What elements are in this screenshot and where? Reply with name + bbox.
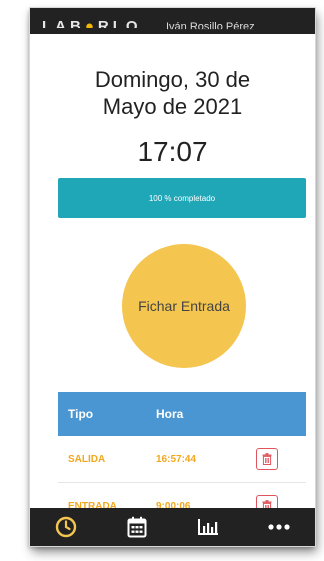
nav-item-clock[interactable] bbox=[30, 516, 101, 538]
app-logo: LAB●RLO bbox=[42, 18, 142, 34]
progress-fill: 100 % completado bbox=[58, 178, 306, 218]
row-type: SALIDA bbox=[68, 453, 106, 465]
nav-item-calendar[interactable] bbox=[101, 516, 172, 538]
date-line-2: Mayo de 2021 bbox=[102, 94, 243, 119]
bar-chart-icon bbox=[197, 519, 218, 535]
delete-button[interactable] bbox=[256, 448, 278, 470]
column-header-hour: Hora bbox=[156, 407, 184, 421]
top-bar: LAB●RLO Iván Rosillo Pérez bbox=[30, 8, 315, 34]
nav-item-stats[interactable] bbox=[172, 518, 243, 536]
clock-icon bbox=[55, 516, 76, 538]
current-time: 17:07 bbox=[137, 136, 208, 167]
more-icon bbox=[267, 524, 290, 530]
app-screen: LAB●RLO Iván Rosillo Pérez Domingo, 30 d… bbox=[30, 8, 315, 546]
calendar-icon bbox=[127, 516, 146, 538]
clock-in-button[interactable]: Fichar Entrada bbox=[122, 244, 246, 368]
progress-bar: 100 % completado bbox=[58, 178, 306, 218]
date-line-1: Domingo, 30 de bbox=[94, 67, 251, 92]
progress-label: 100 % completado bbox=[148, 193, 216, 203]
bottom-nav bbox=[30, 508, 315, 546]
table-header: Tipo Hora bbox=[58, 392, 306, 436]
user-name: Iván Rosillo Pérez bbox=[166, 21, 255, 33]
current-date: Domingo, 30 de Mayo de 2021 bbox=[30, 66, 315, 120]
clock-in-label: Fichar Entrada bbox=[138, 298, 230, 314]
nav-item-more[interactable] bbox=[243, 524, 314, 530]
table-row: SALIDA 16:57:44 bbox=[58, 436, 306, 483]
column-header-type: Tipo bbox=[68, 407, 94, 421]
trash-icon bbox=[262, 453, 272, 465]
row-hour: 16:57:44 bbox=[156, 453, 197, 465]
